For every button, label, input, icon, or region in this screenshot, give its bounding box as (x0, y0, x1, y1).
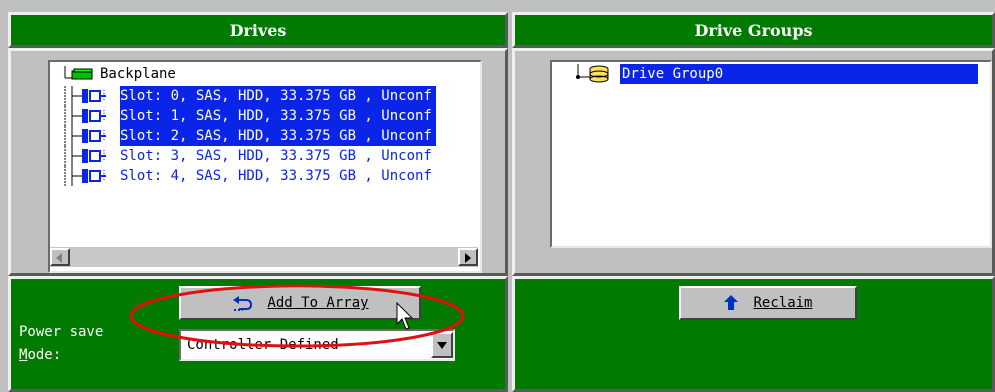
highlight-annotation (129, 284, 465, 348)
drive-groups-tree[interactable]: Drive Group0 (550, 60, 992, 248)
power-save-label-line1: Power save (19, 324, 104, 340)
drive-groups-actions-panel: Reclaim (512, 276, 995, 392)
drive-groups-header-label: Drive Groups (694, 20, 813, 40)
scroll-right-button[interactable] (458, 248, 478, 266)
hdd-drive-icon (64, 166, 106, 186)
drive-group-label: Drive Group0 (620, 64, 978, 84)
drive-slot-label: Slot: 2, SAS, HDD, 33.375 GB , Unconf (120, 126, 436, 146)
scroll-left-icon (56, 253, 62, 263)
hdd-drive-icon (64, 106, 106, 126)
reclaim-button[interactable]: Reclaim (679, 286, 857, 320)
up-arrow-icon (724, 295, 739, 310)
drives-tree[interactable]: Backplane Slot: 0, SAS, HDD, 33.375 GB ,… (48, 60, 482, 273)
backplane-icon (64, 66, 93, 80)
tree-root-backplane[interactable]: Backplane (64, 64, 176, 84)
drives-header-label: Drives (229, 20, 287, 40)
drive-slot-row[interactable]: Slot: 0, SAS, HDD, 33.375 GB , Unconf (64, 86, 436, 106)
hdd-drive-icon (64, 86, 106, 106)
raid-config-window: Drives Backplane Slot: 0, SAS, HDD, 33.3… (0, 0, 995, 392)
hdd-drive-icon (64, 126, 106, 146)
drives-horizontal-scrollbar[interactable] (50, 247, 478, 267)
drive-groups-header: Drive Groups (512, 12, 995, 48)
drive-slot-label: Slot: 3, SAS, HDD, 33.375 GB , Unconf (120, 148, 432, 164)
drives-tree-panel: Backplane Slot: 0, SAS, HDD, 33.375 GB ,… (8, 48, 508, 276)
scroll-left-button[interactable] (50, 248, 70, 266)
backplane-label: Backplane (100, 66, 176, 82)
power-save-label-rest: ode: (27, 347, 62, 363)
hdd-drive-icon (64, 146, 106, 166)
drives-header: Drives (8, 12, 508, 48)
drive-slot-label: Slot: 4, SAS, HDD, 33.375 GB , Unconf (120, 168, 432, 184)
drive-group-row[interactable]: Drive Group0 (570, 64, 980, 84)
database-icon (576, 64, 609, 83)
reclaim-label: Reclaim (753, 295, 813, 311)
drive-slot-row[interactable]: Slot: 2, SAS, HDD, 33.375 GB , Unconf (64, 126, 436, 146)
drive-slot-row[interactable]: Slot: 1, SAS, HDD, 33.375 GB , Unconf (64, 106, 436, 126)
drive-slot-label: Slot: 0, SAS, HDD, 33.375 GB , Unconf (120, 86, 436, 106)
drive-slot-row[interactable]: Slot: 4, SAS, HDD, 33.375 GB , Unconf (64, 166, 436, 186)
power-save-label-line2: Mode: (19, 347, 62, 363)
drive-slot-label: Slot: 1, SAS, HDD, 33.375 GB , Unconf (120, 106, 436, 126)
scroll-right-icon (465, 253, 471, 263)
drive-groups-tree-panel: Drive Group0 (512, 48, 995, 276)
mouse-cursor-icon (396, 302, 414, 330)
drive-slot-row[interactable]: Slot: 3, SAS, HDD, 33.375 GB , Unconf (64, 146, 436, 166)
